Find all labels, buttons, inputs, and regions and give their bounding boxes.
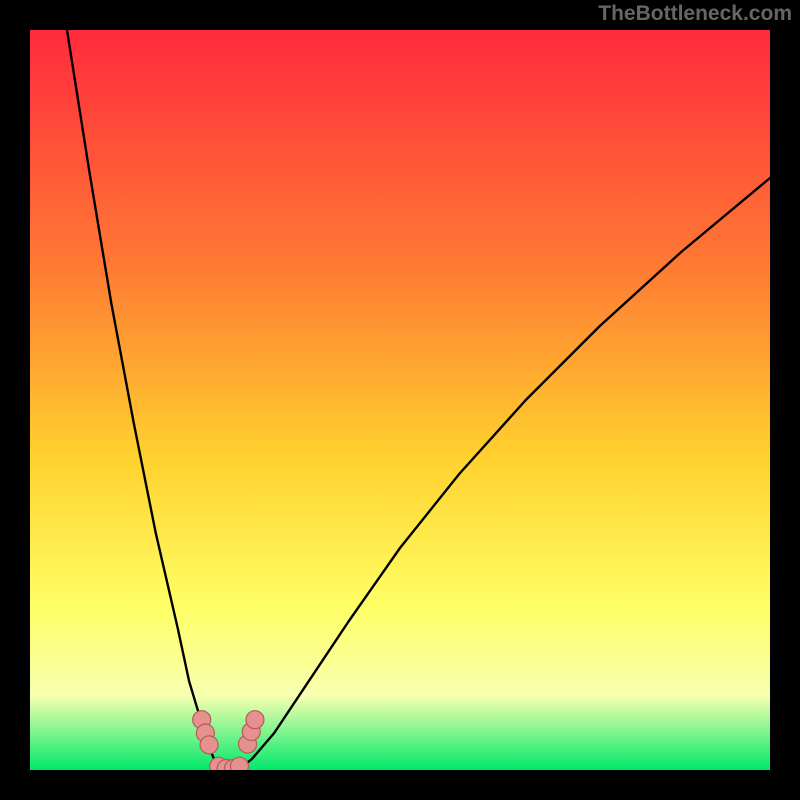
data-marker	[200, 736, 218, 754]
chart-svg	[30, 30, 770, 770]
plot-area	[30, 30, 770, 770]
attribution-text: TheBottleneck.com	[598, 2, 792, 26]
gradient-background	[30, 30, 770, 770]
data-marker	[246, 711, 264, 729]
chart-container: TheBottleneck.com	[0, 0, 800, 800]
data-marker	[230, 757, 248, 770]
